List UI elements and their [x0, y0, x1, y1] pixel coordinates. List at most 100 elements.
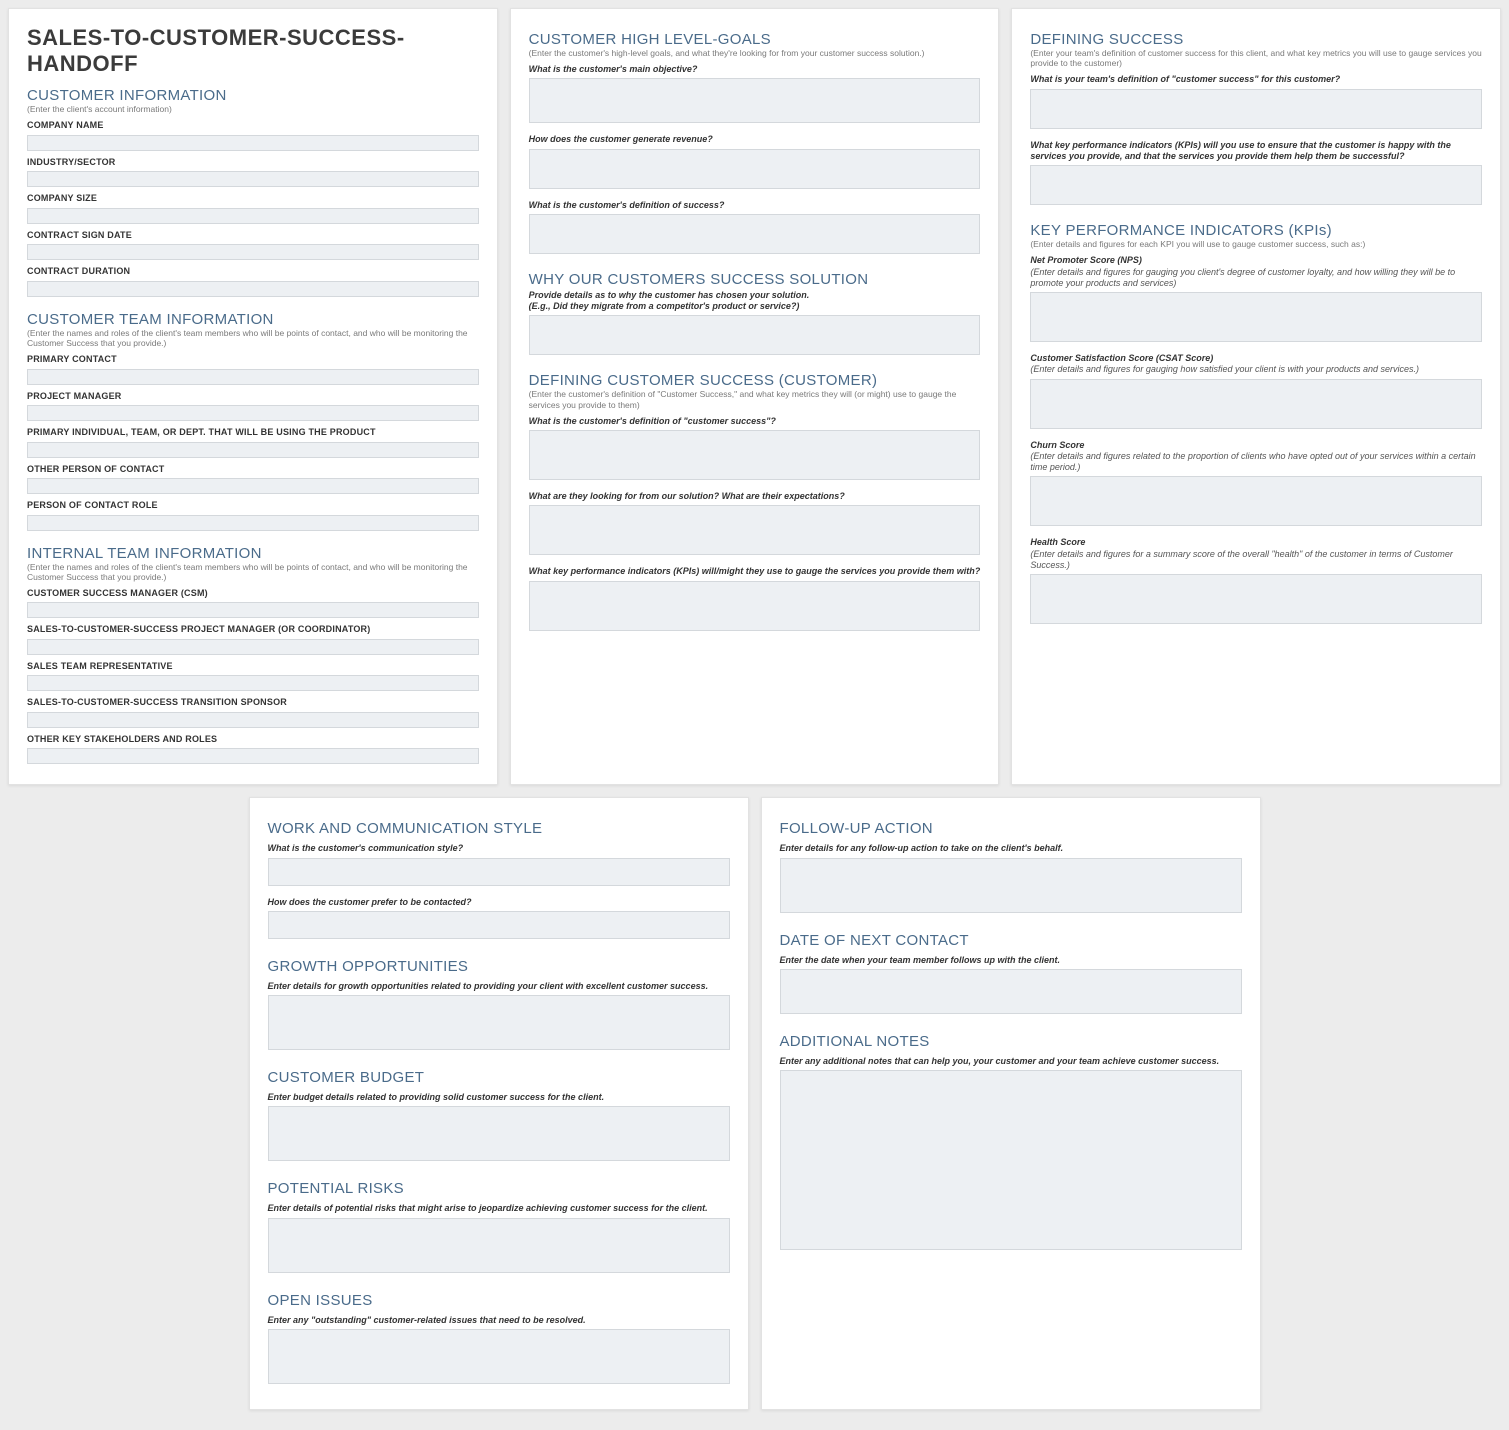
input-company-name[interactable]	[27, 135, 479, 151]
input-transition-sponsor[interactable]	[27, 712, 479, 728]
heading-budget: CUSTOMER BUDGET	[268, 1069, 730, 1086]
kpi-churn-desc: (Enter details and figures related to th…	[1030, 451, 1482, 474]
input-next-contact[interactable]	[780, 969, 1242, 1014]
input-primary-user[interactable]	[27, 442, 479, 458]
heading-internal-team: INTERNAL TEAM INFORMATION	[27, 545, 479, 562]
label-other-contact: OTHER PERSON OF CONTACT	[27, 464, 479, 474]
label-transition-sponsor: SALES-TO-CUSTOMER-SUCCESS TRANSITION SPO…	[27, 697, 479, 707]
label-contact-role: PERSON OF CONTACT ROLE	[27, 500, 479, 510]
sub-kpis: (Enter details and figures for each KPI …	[1030, 239, 1482, 249]
input-why-solution[interactable]	[529, 315, 981, 355]
kpi-csat-desc: (Enter details and figures for gauging h…	[1030, 364, 1482, 375]
input-health[interactable]	[1030, 574, 1482, 624]
prompt-team-definition: What is your team's definition of "custo…	[1030, 74, 1482, 85]
label-company-name: COMPANY NAME	[27, 120, 479, 130]
input-expectations[interactable]	[529, 505, 981, 555]
label-primary-contact: PRIMARY CONTACT	[27, 354, 479, 364]
card-followup: FOLLOW-UP ACTION Enter details for any f…	[761, 797, 1261, 1410]
label-contract-sign-date: CONTRACT SIGN DATE	[27, 230, 479, 240]
input-contract-sign-date[interactable]	[27, 244, 479, 260]
sub-customer-information: (Enter the client's account information)	[27, 104, 479, 114]
sub-defining-cs-customer: (Enter the customer's definition of "Cus…	[529, 389, 981, 409]
prompt-comm-style: What is the customer's communication sty…	[268, 843, 730, 854]
sub-internal-team: (Enter the names and roles of the client…	[27, 562, 479, 582]
prompt-budget: Enter budget details related to providin…	[268, 1092, 730, 1103]
input-contract-duration[interactable]	[27, 281, 479, 297]
sub-customer-team: (Enter the names and roles of the client…	[27, 328, 479, 348]
heading-work-comm: WORK AND COMMUNICATION STYLE	[268, 820, 730, 837]
input-team-kpis[interactable]	[1030, 165, 1482, 205]
prompt-notes: Enter any additional notes that can help…	[780, 1056, 1242, 1067]
sub-defining-success: (Enter your team's definition of custome…	[1030, 48, 1482, 68]
input-industry-sector[interactable]	[27, 171, 479, 187]
label-pm-coordinator: SALES-TO-CUSTOMER-SUCCESS PROJECT MANAGE…	[27, 624, 479, 634]
input-open-issues[interactable]	[268, 1329, 730, 1384]
input-risks[interactable]	[268, 1218, 730, 1273]
kpi-churn-title: Churn Score	[1030, 440, 1482, 451]
input-primary-contact[interactable]	[27, 369, 479, 385]
sub-high-level-goals: (Enter the customer's high-level goals, …	[529, 48, 981, 58]
input-nps[interactable]	[1030, 292, 1482, 342]
input-main-objective[interactable]	[529, 78, 981, 123]
card-customer-info: SALES-TO-CUSTOMER-SUCCESS-HANDOFF CUSTOM…	[8, 8, 498, 785]
heading-notes: ADDITIONAL NOTES	[780, 1033, 1242, 1050]
prompt-expectations: What are they looking for from our solut…	[529, 491, 981, 502]
heading-why-solution: WHY OUR CUSTOMERS SUCCESS SOLUTION	[529, 271, 981, 288]
prompt-customer-kpis: What key performance indicators (KPIs) w…	[529, 566, 981, 577]
heading-open-issues: OPEN ISSUES	[268, 1292, 730, 1309]
heading-high-level-goals: CUSTOMER HIGH LEVEL-GOALS	[529, 31, 981, 48]
input-notes[interactable]	[780, 1070, 1242, 1250]
heading-defining-cs-customer: DEFINING CUSTOMER SUCCESS (CUSTOMER)	[529, 372, 981, 389]
heading-customer-information: CUSTOMER INFORMATION	[27, 87, 479, 104]
input-company-size[interactable]	[27, 208, 479, 224]
input-contact-pref[interactable]	[268, 911, 730, 939]
heading-growth: GROWTH OPPORTUNITIES	[268, 958, 730, 975]
label-project-manager: PROJECT MANAGER	[27, 391, 479, 401]
input-project-manager[interactable]	[27, 405, 479, 421]
heading-customer-team: CUSTOMER TEAM INFORMATION	[27, 311, 479, 328]
prompt-risks: Enter details of potential risks that mi…	[268, 1203, 730, 1214]
prompt-revenue: How does the customer generate revenue?	[529, 134, 981, 145]
input-budget[interactable]	[268, 1106, 730, 1161]
input-comm-style[interactable]	[268, 858, 730, 886]
input-churn[interactable]	[1030, 476, 1482, 526]
input-sales-rep[interactable]	[27, 675, 479, 691]
label-industry-sector: INDUSTRY/SECTOR	[27, 157, 479, 167]
prompt-def-success: What is the customer's definition of suc…	[529, 200, 981, 211]
input-pm-coordinator[interactable]	[27, 639, 479, 655]
label-contract-duration: CONTRACT DURATION	[27, 266, 479, 276]
heading-next-contact: DATE OF NEXT CONTACT	[780, 932, 1242, 949]
kpi-nps-desc: (Enter details and figures for gauging y…	[1030, 267, 1482, 290]
kpi-health-title: Health Score	[1030, 537, 1482, 548]
label-company-size: COMPANY SIZE	[27, 193, 479, 203]
heading-risks: POTENTIAL RISKS	[268, 1180, 730, 1197]
prompt-team-kpis: What key performance indicators (KPIs) w…	[1030, 140, 1482, 163]
label-sales-rep: SALES TEAM REPRESENTATIVE	[27, 661, 479, 671]
input-other-stakeholders[interactable]	[27, 748, 479, 764]
prompt-contact-pref: How does the customer prefer to be conta…	[268, 897, 730, 908]
prompt-main-objective: What is the customer's main objective?	[529, 64, 981, 75]
input-customer-kpis[interactable]	[529, 581, 981, 631]
doc-title: SALES-TO-CUSTOMER-SUCCESS-HANDOFF	[27, 25, 479, 77]
prompt-followup: Enter details for any follow-up action t…	[780, 843, 1242, 854]
kpi-nps-title: Net Promoter Score (NPS)	[1030, 255, 1482, 266]
card-work-style: WORK AND COMMUNICATION STYLE What is the…	[249, 797, 749, 1410]
input-revenue[interactable]	[529, 149, 981, 189]
input-team-definition[interactable]	[1030, 89, 1482, 129]
input-csm[interactable]	[27, 602, 479, 618]
input-def-success[interactable]	[529, 214, 981, 254]
kpi-csat-title: Customer Satisfaction Score (CSAT Score)	[1030, 353, 1482, 364]
card-defining-success: DEFINING SUCCESS (Enter your team's defi…	[1011, 8, 1501, 785]
input-csat[interactable]	[1030, 379, 1482, 429]
input-growth[interactable]	[268, 995, 730, 1050]
input-other-contact[interactable]	[27, 478, 479, 494]
label-primary-user: PRIMARY INDIVIDUAL, TEAM, OR DEPT. THAT …	[27, 427, 479, 437]
label-csm: CUSTOMER SUCCESS MANAGER (CSM)	[27, 588, 479, 598]
input-followup[interactable]	[780, 858, 1242, 913]
prompt-why-solution: Provide details as to why the customer h…	[529, 290, 981, 313]
label-other-stakeholders: OTHER KEY STAKEHOLDERS AND ROLES	[27, 734, 479, 744]
input-cs-definition[interactable]	[529, 430, 981, 480]
input-contact-role[interactable]	[27, 515, 479, 531]
prompt-cs-definition: What is the customer's definition of "cu…	[529, 416, 981, 427]
heading-defining-success: DEFINING SUCCESS	[1030, 31, 1482, 48]
